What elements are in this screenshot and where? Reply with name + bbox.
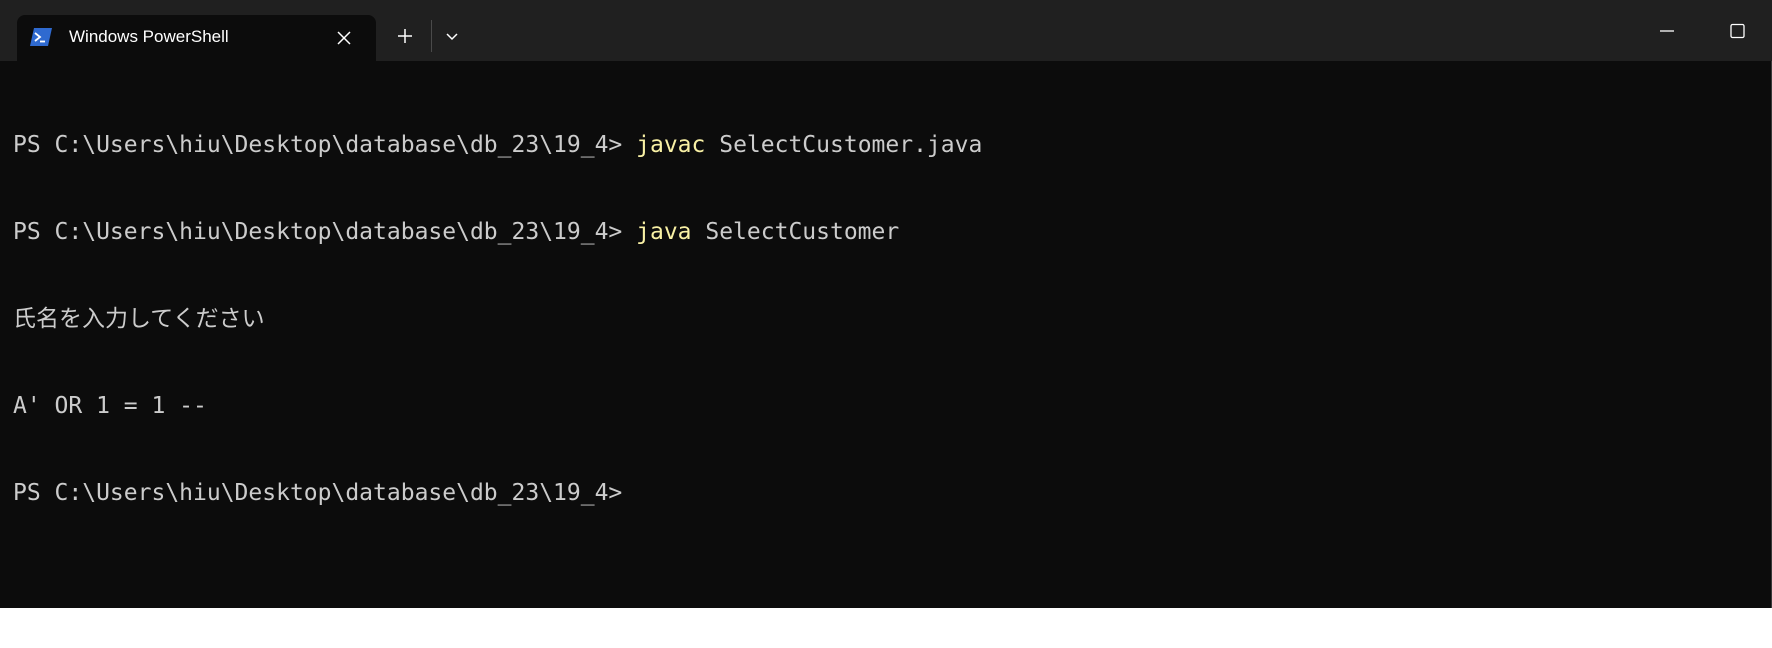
tab-title: Windows PowerShell [69,27,229,46]
terminal-window: Windows PowerShell PS C:\Users\hiu\Deskt… [0,0,1772,608]
command-keyword: javac [636,132,706,158]
prompt: PS C:\Users\hiu\Desktop\database\db_23\1… [13,219,637,245]
plus-icon[interactable] [391,22,419,50]
command-keyword: java [636,219,692,245]
command-args: SelectCustomer.java [705,132,983,158]
powershell-icon [30,28,52,46]
maximize-icon[interactable] [1721,17,1753,45]
input-text: A' OR 1 = 1 -- [13,393,207,419]
terminal-line: 氏名を入力してください [13,305,1771,334]
prompt: PS C:\Users\hiu\Desktop\database\db_23\1… [13,480,623,506]
terminal-output[interactable]: PS C:\Users\hiu\Desktop\database\db_23\1… [0,61,1771,608]
chevron-down-icon[interactable] [438,22,466,50]
terminal-line: A' OR 1 = 1 -- [13,392,1771,421]
output-text: 氏名を入力してください [13,306,265,332]
close-icon[interactable] [330,24,358,52]
terminal-line: PS C:\Users\hiu\Desktop\database\db_23\1… [13,218,1771,247]
terminal-line: PS C:\Users\hiu\Desktop\database\db_23\1… [13,131,1771,160]
title-bar[interactable]: Windows PowerShell [0,0,1772,61]
tab-separator [431,20,432,52]
minimize-icon[interactable] [1651,17,1683,45]
tab-windows-powershell[interactable]: Windows PowerShell [17,15,376,61]
command-args: SelectCustomer [691,219,900,245]
prompt: PS C:\Users\hiu\Desktop\database\db_23\1… [13,132,637,158]
terminal-line: PS C:\Users\hiu\Desktop\database\db_23\1… [13,479,1771,508]
